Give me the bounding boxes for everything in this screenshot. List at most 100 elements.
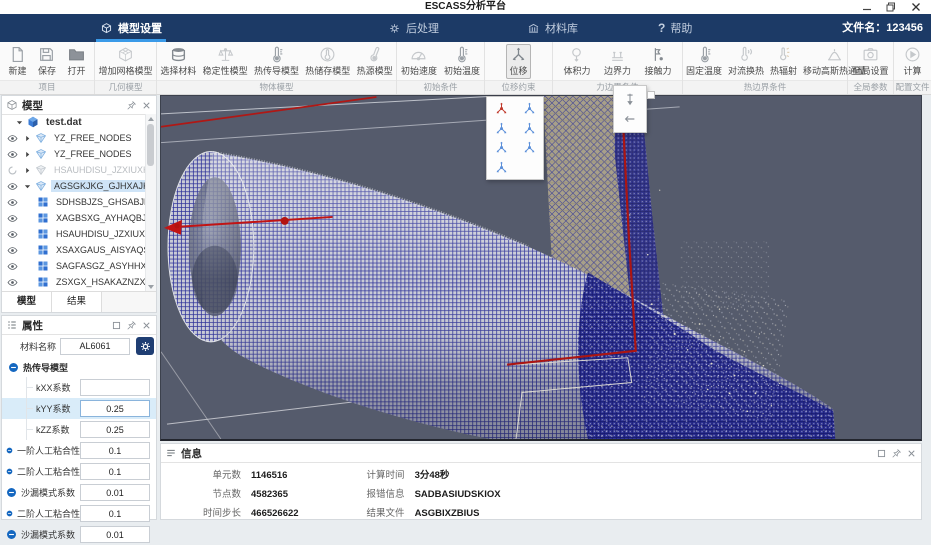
tree-row[interactable]: SDHSBJZS_GHSABJHB_ZAHU [2, 194, 146, 210]
stability-model-button[interactable]: 稳定性模型 [200, 44, 251, 79]
displacement-button[interactable]: 位移 [506, 43, 531, 79]
collapse-minus-icon[interactable] [8, 362, 19, 373]
axis-xyz-icon[interactable] [494, 140, 509, 155]
tree-row[interactable]: HSAUHDISU_JZXIUXHAHX [2, 226, 146, 242]
fixed-temperature-button[interactable]: 固定温度 [683, 44, 725, 79]
tab-help[interactable]: ? 帮助 [658, 14, 692, 42]
chevron-right-icon[interactable] [24, 167, 31, 174]
eye-icon[interactable] [7, 149, 18, 160]
collapse-minus-icon[interactable] [6, 529, 17, 540]
contact-force-button[interactable]: 接触力 [641, 44, 674, 79]
window-restore-button[interactable] [885, 1, 897, 13]
eye-icon[interactable] [7, 181, 18, 192]
eye-icon[interactable] [7, 277, 18, 288]
grid-mesh-icon [37, 260, 49, 272]
window-close-button[interactable] [910, 1, 922, 13]
axis-xyz-icon[interactable] [494, 160, 509, 175]
thermo-source-icon [366, 46, 383, 63]
toolbar-group-global-params: 全局设置 全局参数 [848, 42, 894, 94]
scroll-down-arrow[interactable] [148, 285, 154, 289]
property-value-input[interactable] [80, 526, 150, 543]
eye-icon[interactable] [7, 133, 18, 144]
axis-xyz-selected-icon[interactable] [494, 101, 509, 116]
material-name-input[interactable] [60, 337, 130, 355]
tree-row[interactable]: YZ_FREE_NODES [2, 130, 146, 146]
tree-row[interactable]: HSAUHDISU_JZXIUXHAHX [2, 162, 146, 178]
pin-icon[interactable] [126, 320, 137, 331]
tree-row-selected[interactable]: AGSGKJKG_GJHXAJKHXA [2, 178, 146, 194]
tree-row[interactable]: XSAXGAUS_AISYAQSH_ASHX [2, 242, 146, 258]
open-button[interactable]: 打开 [64, 44, 88, 79]
body-force-button[interactable]: 体积力 [560, 44, 593, 79]
property-value-input[interactable] [80, 379, 150, 396]
pin-icon[interactable] [891, 448, 902, 459]
maximize-icon[interactable] [876, 448, 887, 459]
eye-icon[interactable] [7, 229, 18, 240]
tab-model[interactable]: 模型 [2, 292, 52, 312]
close-icon[interactable] [906, 448, 917, 459]
property-value-input[interactable] [80, 463, 150, 480]
axis-xyz-icon[interactable] [522, 140, 537, 155]
heat-storage-model-button[interactable]: 热储存模型 [302, 44, 353, 79]
add-mesh-model-button[interactable]: 增加网格模型 [95, 44, 155, 79]
property-value-input[interactable] [80, 400, 150, 417]
maximize-icon[interactable] [111, 320, 122, 331]
dropdown-handle[interactable] [647, 91, 655, 99]
tree-row[interactable]: ZSXGX_HSAKAZNZXK_AHASX [2, 274, 146, 290]
convection-button[interactable]: 对流换热 [725, 44, 767, 79]
arrow-left-icon[interactable] [623, 112, 637, 126]
collapse-minus-icon[interactable] [6, 466, 13, 477]
tree-row[interactable]: XAGBSXG_AYHAQBJ [2, 210, 146, 226]
property-value-input[interactable] [80, 442, 150, 459]
scroll-up-arrow[interactable] [148, 117, 154, 121]
info-field: 单元数 1146516 [212, 470, 288, 481]
chevron-down-icon[interactable] [24, 183, 31, 190]
eye-icon[interactable] [7, 213, 18, 224]
collapse-minus-icon[interactable] [6, 508, 13, 519]
eye-icon[interactable] [7, 261, 18, 272]
axis-xyz-icon[interactable] [494, 121, 509, 136]
radiation-button[interactable]: 热辐射 [767, 44, 800, 79]
tree-scrollbar[interactable] [145, 114, 156, 292]
property-value-input[interactable] [80, 421, 150, 438]
eye-icon[interactable] [7, 245, 18, 256]
eye-icon[interactable] [7, 197, 18, 208]
collapse-minus-icon[interactable] [6, 487, 17, 498]
close-icon[interactable] [141, 320, 152, 331]
contact-force-icon [649, 46, 666, 63]
boundary-force-button[interactable]: 边界力 [601, 44, 634, 79]
select-material-button[interactable]: 选择材料 [157, 44, 199, 79]
initial-velocity-button[interactable]: 初始速度 [398, 44, 440, 79]
property-row: kZZ系数 [2, 419, 156, 440]
window-minimize-button[interactable] [861, 1, 873, 13]
chevron-down-icon[interactable] [16, 119, 23, 126]
tab-material-library[interactable]: 材料库 [527, 14, 578, 42]
chevron-right-icon[interactable] [24, 135, 31, 142]
property-value-input[interactable] [80, 505, 150, 522]
material-settings-button[interactable] [136, 337, 154, 355]
tab-result[interactable]: 结果 [52, 292, 102, 312]
compute-button[interactable]: 计算 [900, 44, 924, 79]
scroll-thumb[interactable] [147, 124, 154, 166]
save-button[interactable]: 保存 [35, 44, 59, 79]
chevron-right-icon[interactable] [24, 151, 31, 158]
contact-dropdown [613, 85, 647, 133]
close-icon[interactable] [141, 100, 152, 111]
initial-temperature-button[interactable]: 初始温度 [441, 44, 483, 79]
global-settings-button[interactable]: 全局设置 [849, 44, 891, 79]
new-button[interactable]: 新建 [5, 44, 29, 79]
axis-xyz-icon[interactable] [522, 121, 537, 136]
pin-icon[interactable] [126, 100, 137, 111]
property-section-row[interactable]: 热传导模型 [2, 357, 156, 377]
axis-xyz-icon[interactable] [522, 101, 537, 116]
heat-conduction-model-button[interactable]: 热传导模型 [251, 44, 302, 79]
heat-source-model-button[interactable]: 热源模型 [354, 44, 396, 79]
tree-row[interactable]: YZ_FREE_NODES [2, 146, 146, 162]
displacement-anchor-icon[interactable] [623, 92, 637, 106]
property-value-input[interactable] [80, 484, 150, 501]
tree-row[interactable]: test.dat [2, 114, 146, 130]
tab-model-settings[interactable]: 模型设置 [96, 14, 166, 42]
tab-post-processing[interactable]: 后处理 [388, 14, 439, 42]
collapse-minus-icon[interactable] [6, 445, 13, 456]
tree-row[interactable]: SAGFASGZ_ASYHHXSN [2, 258, 146, 274]
